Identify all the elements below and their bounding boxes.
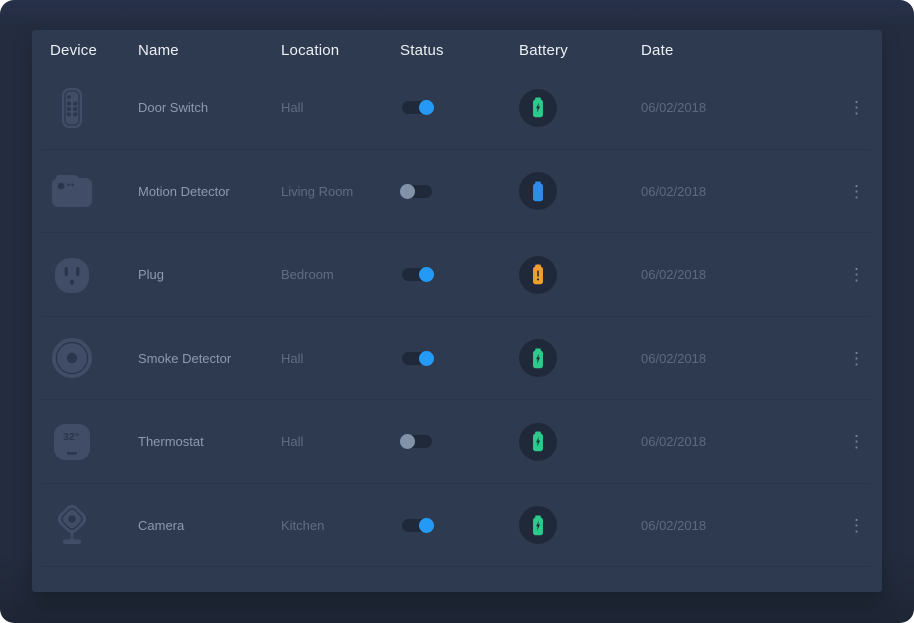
table-row: 32° Camera Kitchen <box>32 484 882 568</box>
device-date: 06/02/2018 <box>641 267 842 282</box>
status-cell <box>400 435 519 448</box>
device-name: Camera <box>138 518 281 533</box>
device-name: Door Switch <box>138 100 281 115</box>
status-cell <box>400 101 519 114</box>
status-toggle[interactable] <box>402 185 432 198</box>
row-menu-button[interactable]: ⋮ <box>842 95 871 120</box>
col-header-battery: Battery <box>519 42 641 59</box>
row-menu-button[interactable]: ⋮ <box>842 346 871 371</box>
battery-icon <box>530 515 546 536</box>
battery-cell <box>519 89 641 127</box>
remote-icon <box>50 86 94 130</box>
battery-icon <box>530 348 546 369</box>
status-cell <box>400 352 519 365</box>
device-location: Kitchen <box>281 518 400 533</box>
battery-cell <box>519 339 641 377</box>
app-window: Device Name Location Status Battery Date <box>0 0 914 623</box>
battery-status-badge <box>519 172 557 210</box>
battery-icon <box>530 181 546 202</box>
status-cell <box>400 185 519 198</box>
row-menu-button[interactable]: ⋮ <box>842 429 871 454</box>
device-name: Motion Detector <box>138 184 281 199</box>
device-date: 06/02/2018 <box>641 184 842 199</box>
status-toggle[interactable] <box>402 519 432 532</box>
device-icon-cell: 32° <box>50 169 94 213</box>
table-row: 32° Thermostat Hall <box>32 400 882 484</box>
col-header-device: Device <box>50 42 138 59</box>
battery-cell <box>519 172 641 210</box>
battery-status-badge <box>519 256 557 294</box>
status-cell <box>400 268 519 281</box>
plug-icon <box>50 253 94 297</box>
device-location: Bedroom <box>281 267 400 282</box>
device-date: 06/02/2018 <box>641 100 842 115</box>
battery-status-badge <box>519 423 557 461</box>
low-battery-alert-icon <box>537 271 539 281</box>
device-icon-cell: 32° <box>50 420 94 464</box>
device-date: 06/02/2018 <box>641 351 842 366</box>
camera-icon <box>50 503 94 547</box>
status-toggle[interactable] <box>402 268 432 281</box>
device-name: Smoke Detector <box>138 351 281 366</box>
battery-cell <box>519 256 641 294</box>
device-location: Living Room <box>281 184 400 199</box>
table-row: 32° Motion Detector Living Room <box>32 150 882 234</box>
battery-icon <box>530 264 546 285</box>
col-header-location: Location <box>281 42 400 59</box>
device-icon-cell: 32° <box>50 503 94 547</box>
toggle-knob <box>419 518 434 533</box>
device-date: 06/02/2018 <box>641 518 842 533</box>
battery-icon <box>530 97 546 118</box>
row-menu-button[interactable]: ⋮ <box>842 179 871 204</box>
table-row: 32° Door Switch Hall <box>32 66 882 150</box>
battery-cell <box>519 423 641 461</box>
smoke-detector-icon <box>50 336 94 380</box>
motion-detector-icon <box>50 169 94 213</box>
screenshot-stage: Device Name Location Status Battery Date <box>0 0 914 623</box>
status-toggle[interactable] <box>402 435 432 448</box>
table-body: 32° Door Switch Hall <box>32 66 882 567</box>
thermostat-temp-label: 32° <box>63 431 79 443</box>
toggle-knob <box>419 267 434 282</box>
battery-status-badge <box>519 506 557 544</box>
thermostat-icon: 32° <box>50 420 94 464</box>
col-header-status: Status <box>400 42 519 59</box>
table-row: 32° Smoke Detector Hall <box>32 317 882 401</box>
col-header-name: Name <box>138 42 281 59</box>
device-name: Thermostat <box>138 434 281 449</box>
battery-icon <box>530 431 546 452</box>
row-menu-button[interactable]: ⋮ <box>842 513 871 538</box>
devices-table-card: Device Name Location Status Battery Date <box>32 30 882 592</box>
battery-status-badge <box>519 339 557 377</box>
toggle-knob <box>419 100 434 115</box>
device-location: Hall <box>281 434 400 449</box>
status-cell <box>400 519 519 532</box>
table-row: 32° Plug Bedroom <box>32 233 882 317</box>
status-toggle[interactable] <box>402 352 432 365</box>
device-icon-cell: 32° <box>50 253 94 297</box>
col-header-date: Date <box>641 42 842 59</box>
battery-cell <box>519 506 641 544</box>
device-location: Hall <box>281 100 400 115</box>
device-icon-cell: 32° <box>50 336 94 380</box>
device-location: Hall <box>281 351 400 366</box>
device-icon-cell: 32° <box>50 86 94 130</box>
device-date: 06/02/2018 <box>641 434 842 449</box>
status-toggle[interactable] <box>402 101 432 114</box>
battery-status-badge <box>519 89 557 127</box>
row-menu-button[interactable]: ⋮ <box>842 262 871 287</box>
toggle-knob <box>400 434 415 449</box>
device-name: Plug <box>138 267 281 282</box>
toggle-knob <box>400 184 415 199</box>
toggle-knob <box>419 351 434 366</box>
table-header: Device Name Location Status Battery Date <box>32 30 882 66</box>
